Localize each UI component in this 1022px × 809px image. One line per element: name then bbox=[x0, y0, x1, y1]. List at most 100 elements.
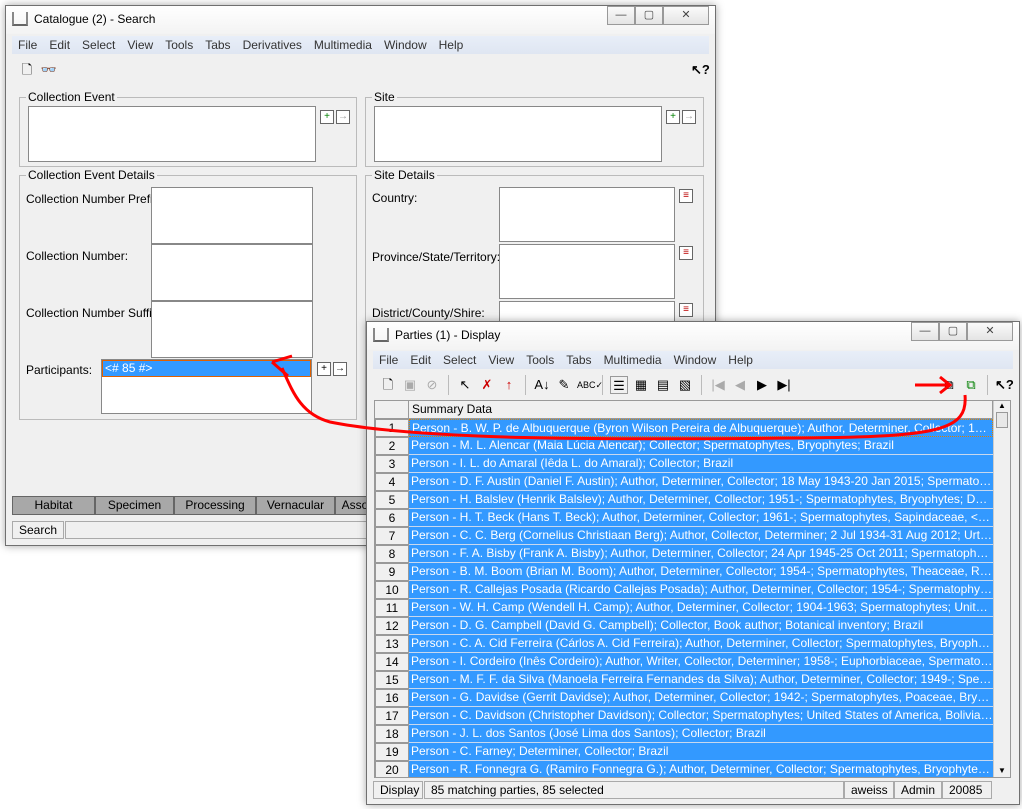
table-row[interactable]: 3 Person - I. L. do Amaral (Iêda L. do Am… bbox=[375, 455, 995, 473]
table-row[interactable]: 12 Person - D. G. Campbell (David G. Camp… bbox=[375, 617, 995, 635]
menu-edit[interactable]: Edit bbox=[43, 36, 76, 54]
add-icon[interactable]: + bbox=[320, 110, 334, 124]
delete-record-icon[interactable]: ✗ bbox=[478, 376, 496, 394]
table-row[interactable]: 20 Person - R. Fonnegra G. (Ramiro Fonneg… bbox=[375, 761, 995, 777]
menu-file[interactable]: File bbox=[373, 351, 404, 369]
menu-window[interactable]: Window bbox=[668, 351, 723, 369]
edit-notes-icon[interactable]: ✎ bbox=[555, 376, 573, 394]
menu-tools[interactable]: Tools bbox=[520, 351, 560, 369]
menu-edit[interactable]: Edit bbox=[404, 351, 437, 369]
table-row[interactable]: 11 Person - W. H. Camp (Wendell H. Camp);… bbox=[375, 599, 995, 617]
table-row[interactable]: 7 Person - C. C. Berg (Cornelius Christia… bbox=[375, 527, 995, 545]
table-row[interactable]: 2 Person - M. L. Alencar (Maia Lúcia Alen… bbox=[375, 437, 995, 455]
collection-number-field[interactable] bbox=[151, 244, 313, 301]
table-row[interactable]: 4 Person - D. F. Austin (Daniel F. Austin… bbox=[375, 473, 995, 491]
table-row[interactable]: 17 Person - C. Davidson (Christopher Davi… bbox=[375, 707, 995, 725]
collection-event-field[interactable] bbox=[28, 106, 316, 162]
summary-cell[interactable]: Person - D. F. Austin (Daniel F. Austin)… bbox=[409, 473, 993, 491]
table-row[interactable]: 19 Person - C. Farney; Determiner, Collec… bbox=[375, 743, 995, 761]
summary-cell[interactable]: Person - I. L. do Amaral (Iêda L. do Ama… bbox=[409, 455, 993, 473]
summary-cell[interactable]: Person - W. H. Camp (Wendell H. Camp); A… bbox=[409, 599, 993, 617]
tab-processing[interactable]: Processing bbox=[174, 496, 256, 515]
attach-icon[interactable]: → bbox=[682, 110, 696, 124]
page-view-icon[interactable]: ▤ bbox=[654, 376, 672, 394]
summary-cell[interactable]: Person - F. A. Bisby (Frank A. Bisby); A… bbox=[409, 545, 993, 563]
help-pointer-icon[interactable]: ↖? bbox=[995, 376, 1014, 394]
summary-cell[interactable]: Person - H. T. Beck (Hans T. Beck); Auth… bbox=[409, 509, 993, 527]
table-row[interactable]: 9 Person - B. M. Boom (Brian M. Boom); Au… bbox=[375, 563, 995, 581]
table-row[interactable]: 13 Person - C. A. Cid Ferreira (Cárlos A.… bbox=[375, 635, 995, 653]
collection-number-suffix-field[interactable] bbox=[151, 301, 313, 358]
summary-cell[interactable]: Person - J. L. dos Santos (José Lima dos… bbox=[409, 725, 993, 743]
list-view-icon[interactable]: ▦ bbox=[632, 376, 650, 394]
scroll-up-icon[interactable]: ▲ bbox=[994, 401, 1010, 410]
summary-cell[interactable]: Person - C. A. Cid Ferreira (Cárlos A. C… bbox=[409, 635, 993, 653]
summary-cell[interactable]: Person - R. Callejas Posada (Ricardo Cal… bbox=[409, 581, 993, 599]
copy-to-icon[interactable]: ⧉ bbox=[940, 376, 958, 394]
image-view-icon[interactable]: ▧ bbox=[676, 376, 694, 394]
summary-cell[interactable]: Person - I. Cordeiro (Inês Cordeiro); Au… bbox=[409, 653, 993, 671]
menu-select[interactable]: Select bbox=[76, 36, 121, 54]
minimize-button[interactable]: — bbox=[607, 6, 635, 25]
summary-cell[interactable]: Person - D. G. Campbell (David G. Campbe… bbox=[409, 617, 993, 635]
next-record-icon[interactable]: ▶ bbox=[753, 376, 771, 394]
attach-participant-icon[interactable]: → bbox=[333, 362, 347, 376]
site-field[interactable] bbox=[374, 106, 662, 162]
menu-tools[interactable]: Tools bbox=[159, 36, 199, 54]
summary-cell[interactable]: Person - B. M. Boom (Brian M. Boom); Aut… bbox=[409, 563, 993, 581]
table-row[interactable]: 18 Person - J. L. dos Santos (José Lima d… bbox=[375, 725, 995, 743]
lookup-icon[interactable]: ≡ bbox=[679, 246, 693, 260]
summary-cell[interactable]: Person - C. C. Berg (Cornelius Christiaa… bbox=[409, 527, 993, 545]
summary-cell[interactable]: Person - G. Davidse (Gerrit Davidse); Au… bbox=[409, 689, 993, 707]
table-row[interactable]: 15 Person - M. F. F. da Silva (Manoela Fe… bbox=[375, 671, 995, 689]
collection-number-prefix-field[interactable] bbox=[151, 187, 313, 244]
save-icon[interactable]: ▣ bbox=[401, 376, 419, 394]
menu-file[interactable]: File bbox=[12, 36, 43, 54]
table-row[interactable]: 6 Person - H. T. Beck (Hans T. Beck); Aut… bbox=[375, 509, 995, 527]
help-pointer-icon[interactable]: ↖? bbox=[691, 61, 710, 79]
summary-cell[interactable]: Person - B. W. P. de Albuquerque (Byron … bbox=[409, 419, 993, 437]
table-row[interactable]: 5 Person - H. Balslev (Henrik Balslev); A… bbox=[375, 491, 995, 509]
table-row[interactable]: 1 Person - B. W. P. de Albuquerque (Byron… bbox=[375, 419, 995, 437]
new-icon[interactable]: 🗋 bbox=[379, 376, 397, 394]
menu-multimedia[interactable]: Multimedia bbox=[598, 351, 668, 369]
minimize-button[interactable]: — bbox=[911, 322, 939, 341]
close-button[interactable]: ✕ bbox=[967, 322, 1013, 341]
scroll-thumb[interactable] bbox=[996, 412, 1008, 428]
summary-cell[interactable]: Person - C. Davidson (Christopher Davids… bbox=[409, 707, 993, 725]
table-row[interactable]: 16 Person - G. Davidse (Gerrit Davidse); … bbox=[375, 689, 995, 707]
attach-icon[interactable]: → bbox=[336, 110, 350, 124]
summary-cell[interactable]: Person - M. L. Alencar (Maia Lúcia Alenc… bbox=[409, 437, 993, 455]
add-participant-icon[interactable]: + bbox=[317, 362, 331, 376]
participants-field[interactable]: <# 85 #> bbox=[101, 359, 312, 414]
maximize-button[interactable]: ▢ bbox=[635, 6, 663, 25]
clear-record-icon[interactable]: ↑ bbox=[500, 376, 518, 394]
table-row[interactable]: 10 Person - R. Callejas Posada (Ricardo C… bbox=[375, 581, 995, 599]
last-record-icon[interactable]: ▶| bbox=[775, 376, 793, 394]
menu-derivatives[interactable]: Derivatives bbox=[237, 36, 308, 54]
table-row[interactable]: 8 Person - F. A. Bisby (Frank A. Bisby); … bbox=[375, 545, 995, 563]
summary-cell[interactable]: Person - R. Fonnegra G. (Ramiro Fonnegra… bbox=[409, 761, 993, 777]
tab-vernacular[interactable]: Vernacular bbox=[256, 496, 335, 515]
summary-cell[interactable]: Person - C. Farney; Determiner, Collecto… bbox=[409, 743, 993, 761]
menu-window[interactable]: Window bbox=[378, 36, 433, 54]
sort-icon[interactable]: A↓ bbox=[533, 376, 551, 394]
menu-view[interactable]: View bbox=[121, 36, 159, 54]
column-header-summary[interactable]: Summary Data bbox=[409, 401, 993, 419]
province-field[interactable] bbox=[499, 244, 675, 299]
close-button[interactable]: ✕ bbox=[663, 6, 709, 25]
menu-multimedia[interactable]: Multimedia bbox=[308, 36, 378, 54]
send-to-field-icon[interactable]: ⧉ bbox=[962, 376, 980, 394]
cancel-icon[interactable]: ⊘ bbox=[423, 376, 441, 394]
summary-cell[interactable]: Person - H. Balslev (Henrik Balslev); Au… bbox=[409, 491, 993, 509]
tab-habitat[interactable]: Habitat bbox=[12, 496, 95, 515]
tab-specimen[interactable]: Specimen bbox=[95, 496, 174, 515]
menu-tabs[interactable]: Tabs bbox=[199, 36, 236, 54]
scroll-down-icon[interactable]: ▼ bbox=[994, 766, 1010, 775]
add-icon[interactable]: + bbox=[666, 110, 680, 124]
menu-tabs[interactable]: Tabs bbox=[560, 351, 597, 369]
open-record-icon[interactable]: ↖ bbox=[456, 376, 474, 394]
maximize-button[interactable]: ▢ bbox=[939, 322, 967, 341]
new-icon[interactable]: 🗋 bbox=[18, 61, 36, 79]
menu-view[interactable]: View bbox=[482, 351, 520, 369]
